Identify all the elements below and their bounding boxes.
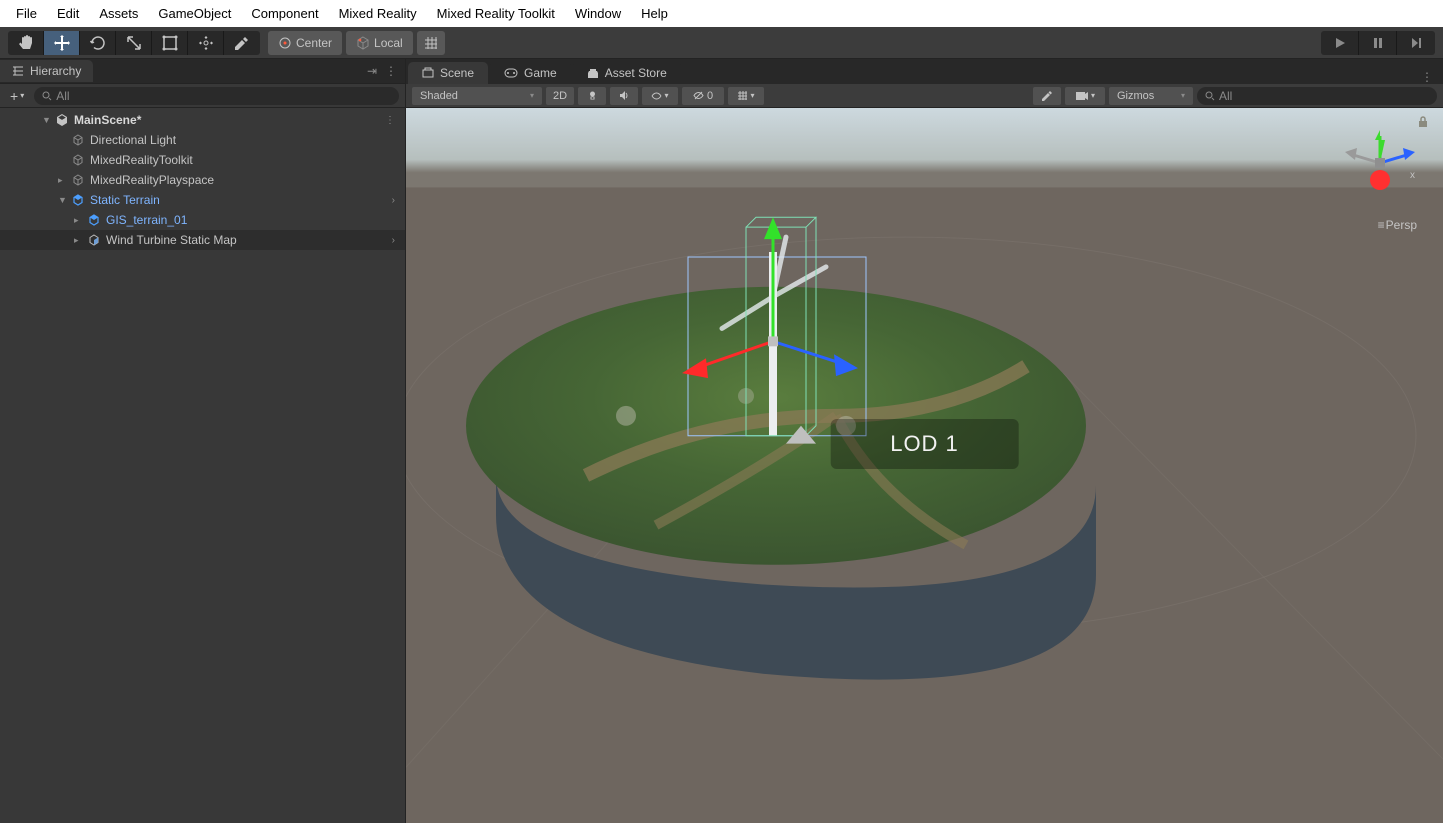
shading-mode-dropdown[interactable]: Shaded▾ [412, 87, 542, 105]
row-menu-icon[interactable]: ⋮ [385, 115, 395, 126]
tab-scene[interactable]: Scene [408, 62, 488, 84]
2d-toggle[interactable]: 2D [546, 87, 574, 105]
lod-label: LOD 1 [830, 419, 1019, 469]
hierarchy-search[interactable]: All [34, 87, 399, 105]
gameobject-icon [70, 152, 86, 168]
play-button[interactable] [1321, 31, 1359, 55]
prefab-icon [86, 212, 102, 228]
scene-toolbar: Shaded▾ 2D ▾ 0 ▾ ▾ Gizmos▾ All [406, 84, 1443, 108]
hierarchy-tabbar: Hierarchy ⇥ ⋮ [0, 59, 405, 84]
menu-file[interactable]: File [6, 2, 47, 25]
panel-menu-icon[interactable]: ⋮ [385, 64, 397, 78]
axis-x-label: x [1410, 170, 1415, 181]
gameobject-icon [70, 172, 86, 188]
rect-tool[interactable] [152, 31, 188, 55]
pause-button[interactable] [1359, 31, 1397, 55]
unity-icon [54, 112, 70, 128]
hand-tool[interactable] [8, 31, 44, 55]
asset-store-icon [587, 67, 599, 79]
hierarchy-tree: ▼ MainScene* ⋮ Directional Light MixedRe… [0, 108, 405, 823]
play-controls [1321, 31, 1435, 55]
tree-item-static-terrain[interactable]: ▼ Static Terrain › [0, 190, 405, 210]
chevron-right-icon[interactable]: › [392, 195, 395, 206]
main-toolbar: Center Local [0, 27, 1443, 59]
scene-viewport[interactable]: LOD 1 x ≡Persp [406, 108, 1443, 823]
perspective-label[interactable]: ≡Persp [1378, 218, 1417, 232]
scene-icon [422, 67, 434, 79]
rotate-tool[interactable] [80, 31, 116, 55]
search-icon [1205, 91, 1215, 101]
audio-toggle[interactable] [610, 87, 638, 105]
gizmos-dropdown[interactable]: Gizmos▾ [1109, 87, 1193, 105]
lighting-toggle[interactable] [578, 87, 606, 105]
menu-help[interactable]: Help [631, 2, 678, 25]
menu-mixed-reality-toolkit[interactable]: Mixed Reality Toolkit [427, 2, 565, 25]
game-icon [504, 68, 518, 78]
pivot-local-toggle[interactable]: Local [346, 31, 413, 55]
chevron-right-icon[interactable]: › [392, 235, 395, 246]
panel-lock-icon[interactable]: ⇥ [367, 64, 377, 78]
menu-component[interactable]: Component [241, 2, 328, 25]
tab-game[interactable]: Game [490, 62, 571, 84]
transform-tool[interactable] [188, 31, 224, 55]
create-dropdown[interactable]: +▾ [6, 88, 28, 104]
scene-tools-icon[interactable] [1033, 87, 1061, 105]
tree-item-wind-turbine[interactable]: ▸ Wind Turbine Static Map › [0, 230, 405, 250]
transform-tools [8, 31, 260, 55]
hierarchy-panel: Hierarchy ⇥ ⋮ +▾ All ▼ MainScene* ⋮ [0, 59, 406, 823]
tree-item-directional-light[interactable]: Directional Light [0, 130, 405, 150]
scene-search[interactable]: All [1197, 87, 1437, 105]
scene-panel: Scene Game Asset Store ⋮ Shaded▾ 2D ▾ 0 … [406, 59, 1443, 823]
scene-tabs: Scene Game Asset Store ⋮ [406, 59, 1443, 84]
scale-tool[interactable] [116, 31, 152, 55]
custom-tool[interactable] [224, 31, 260, 55]
step-button[interactable] [1397, 31, 1435, 55]
tree-item-playspace[interactable]: ▸ MixedRealityPlayspace [0, 170, 405, 190]
move-tool[interactable] [44, 31, 80, 55]
panel-menu-icon[interactable]: ⋮ [1421, 70, 1433, 84]
prefab-variant-icon [86, 232, 102, 248]
tab-asset-store[interactable]: Asset Store [573, 62, 681, 84]
menu-gameobject[interactable]: GameObject [148, 2, 241, 25]
tree-item-gis-terrain[interactable]: ▸ GIS_terrain_01 [0, 210, 405, 230]
prefab-icon [70, 192, 86, 208]
menu-assets[interactable]: Assets [89, 2, 148, 25]
scene-root[interactable]: ▼ MainScene* ⋮ [0, 110, 405, 130]
menu-edit[interactable]: Edit [47, 2, 89, 25]
search-icon [42, 91, 52, 101]
tree-item-mrtk[interactable]: MixedRealityToolkit [0, 150, 405, 170]
effects-dropdown[interactable]: ▾ [642, 87, 678, 105]
gameobject-icon [70, 132, 86, 148]
menu-mixed-reality[interactable]: Mixed Reality [329, 2, 427, 25]
lock-icon[interactable] [1417, 116, 1429, 128]
grid-snap-toggle[interactable] [417, 31, 445, 55]
pivot-center-toggle[interactable]: Center [268, 31, 342, 55]
menu-window[interactable]: Window [565, 2, 631, 25]
grid-dropdown[interactable]: ▾ [728, 87, 764, 105]
menu-bar: File Edit Assets GameObject Component Mi… [0, 0, 1443, 27]
axis-gizmo[interactable]: x [1335, 118, 1425, 228]
camera-dropdown[interactable]: ▾ [1065, 87, 1105, 105]
hidden-objects[interactable]: 0 [682, 87, 724, 105]
hierarchy-icon [12, 65, 24, 77]
hierarchy-tab[interactable]: Hierarchy [0, 60, 93, 82]
